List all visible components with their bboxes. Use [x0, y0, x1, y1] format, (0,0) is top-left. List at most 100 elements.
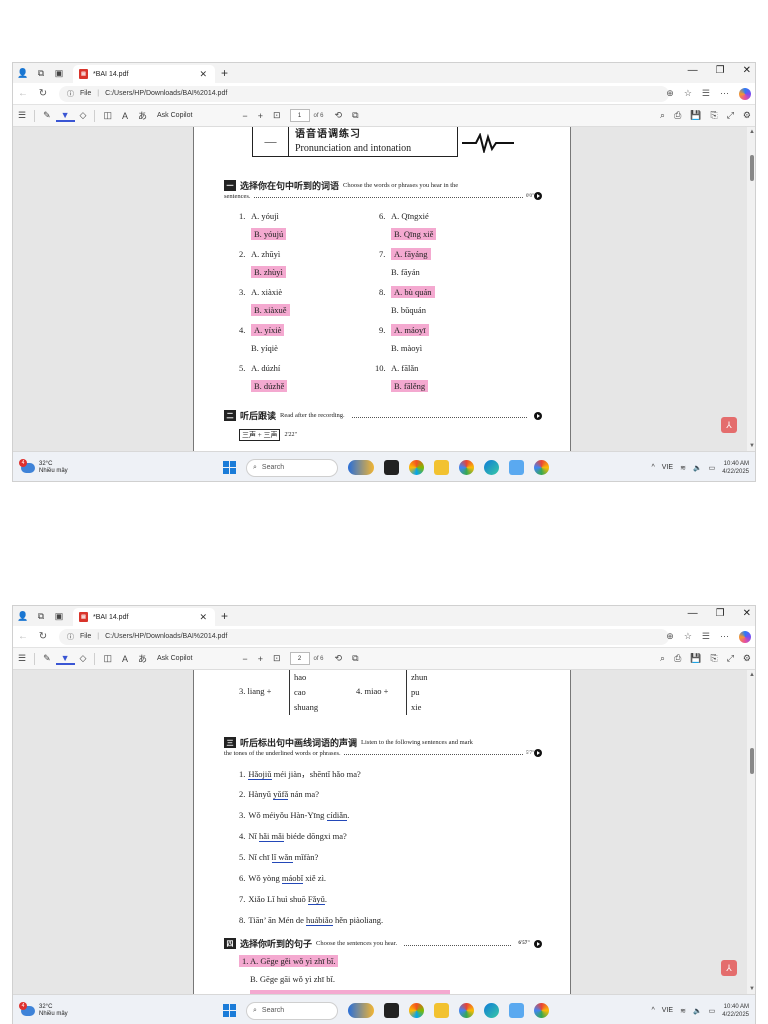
wifi-icon[interactable]: ≋: [680, 1007, 686, 1015]
restore-icon[interactable]: ❐: [716, 608, 725, 619]
save-as-icon[interactable]: ⎘: [711, 110, 718, 121]
edge-icon[interactable]: [484, 460, 499, 475]
copilot-icon[interactable]: [739, 630, 751, 643]
ask-copilot-button[interactable]: Ask Copilot: [152, 655, 197, 662]
wifi-icon[interactable]: ≋: [680, 464, 686, 472]
favorite-icon[interactable]: ☆: [684, 631, 692, 642]
new-tab-icon[interactable]: +: [221, 66, 228, 80]
highlight-icon[interactable]: ▼: [55, 653, 75, 665]
scroll-up-icon[interactable]: ▲: [748, 672, 755, 678]
file-explorer-icon[interactable]: [434, 460, 449, 475]
restore-icon[interactable]: ❐: [716, 65, 725, 76]
read-aloud-icon[interactable]: A: [117, 654, 133, 664]
close-window-icon[interactable]: ✕: [743, 65, 751, 76]
back-icon[interactable]: ←: [13, 88, 33, 99]
tab-pdf[interactable]: ▤ *BAI 14.pdf ✕: [73, 65, 215, 83]
fullscreen-icon[interactable]: ⤢: [727, 110, 734, 121]
clock[interactable]: 10:40 AM 4/22/2025: [722, 460, 749, 476]
task-view-icon[interactable]: [384, 1003, 399, 1018]
ask-copilot-button[interactable]: Ask Copilot: [152, 112, 197, 119]
profile-icon[interactable]: 👤: [15, 65, 31, 81]
back-icon[interactable]: ←: [13, 631, 33, 642]
refresh-icon[interactable]: ↻: [33, 88, 53, 99]
minimize-icon[interactable]: —: [688, 65, 698, 76]
two-page-icon[interactable]: ⧉: [347, 110, 363, 121]
more-icon[interactable]: ⋯: [720, 631, 729, 642]
chrome-profile-icon[interactable]: [534, 1003, 549, 1018]
pdf-viewer[interactable]: 3. liang + hao cao shuang 4. miao + zhun…: [13, 670, 755, 994]
refresh-icon[interactable]: ↻: [33, 631, 53, 642]
favorites-list-icon[interactable]: ☰: [702, 631, 710, 642]
task-view-icon[interactable]: [384, 460, 399, 475]
chrome-icon[interactable]: [459, 1003, 474, 1018]
volume-icon[interactable]: 🔈: [693, 1007, 702, 1015]
zalo-icon[interactable]: [509, 1003, 524, 1018]
new-tab-icon[interactable]: +: [221, 609, 228, 623]
file-explorer-icon[interactable]: [434, 1003, 449, 1018]
scroll-up-icon[interactable]: ▲: [748, 129, 755, 135]
tab-actions-icon[interactable]: ▣: [51, 608, 67, 624]
acrobat-icon[interactable]: ⅄: [721, 417, 737, 433]
scroll-down-icon[interactable]: ▼: [748, 443, 755, 449]
scroll-thumb[interactable]: [750, 748, 754, 774]
translate-icon[interactable]: あ: [133, 652, 152, 665]
url-field[interactable]: ⓘ File | C:/Users/HP/Downloads/BAI%2014.…: [59, 85, 669, 102]
zoom-in-icon[interactable]: +: [253, 111, 268, 121]
close-tab-icon[interactable]: ✕: [199, 69, 207, 80]
close-window-icon[interactable]: ✕: [743, 608, 751, 619]
read-aloud-icon[interactable]: A: [117, 111, 133, 121]
print-icon[interactable]: ⎙: [674, 110, 681, 121]
more-icon[interactable]: ⋯: [720, 88, 729, 99]
copilot-app-icon[interactable]: [409, 1003, 424, 1018]
language-indicator[interactable]: VIE: [662, 464, 673, 471]
copilot-icon[interactable]: [739, 87, 751, 100]
windows-start-icon[interactable]: [223, 461, 236, 474]
url-field[interactable]: ⓘ File | C:/Users/HP/Downloads/BAI%2014.…: [59, 628, 669, 645]
clock[interactable]: 10:40 AM 4/22/2025: [722, 1003, 749, 1019]
print-icon[interactable]: ⎙: [674, 653, 681, 664]
erase-icon[interactable]: ◇: [75, 110, 92, 121]
two-page-icon[interactable]: ⧉: [347, 653, 363, 664]
play-icon[interactable]: [534, 192, 542, 200]
rotate-icon[interactable]: ⟲: [330, 110, 348, 121]
scroll-thumb[interactable]: [750, 155, 754, 181]
search-icon[interactable]: ⌕: [660, 110, 665, 121]
scroll-down-icon[interactable]: ▼: [748, 986, 755, 992]
settings-icon[interactable]: ⚙: [743, 110, 751, 121]
volume-icon[interactable]: 🔈: [693, 464, 702, 472]
windows-start-icon[interactable]: [223, 1004, 236, 1017]
fit-page-icon[interactable]: ⊡: [268, 653, 286, 664]
zoom-icon[interactable]: ⊕: [666, 88, 674, 99]
zoom-out-icon[interactable]: −: [237, 111, 252, 121]
chrome-profile-icon[interactable]: [534, 460, 549, 475]
save-icon[interactable]: 💾: [690, 653, 701, 664]
page-number-input[interactable]: 1: [289, 109, 310, 122]
translate-icon[interactable]: あ: [133, 109, 152, 122]
page-view-icon[interactable]: ◫: [98, 653, 117, 664]
weather-widget[interactable]: 4 32°C Nhiều mây: [19, 1001, 68, 1018]
pdf-viewer[interactable]: — 语音语调练习 Pronunciation and intonation 一 …: [13, 127, 755, 451]
settings-icon[interactable]: ⚙: [743, 653, 751, 664]
page-number-input[interactable]: 2: [289, 652, 310, 665]
workspaces-icon[interactable]: ⧉: [33, 608, 49, 624]
save-as-icon[interactable]: ⎘: [711, 653, 718, 664]
favorites-list-icon[interactable]: ☰: [702, 88, 710, 99]
zoom-in-icon[interactable]: +: [253, 654, 268, 664]
edge-icon[interactable]: [484, 1003, 499, 1018]
copilot-app-icon[interactable]: [409, 460, 424, 475]
play-icon[interactable]: [534, 411, 542, 420]
scrollbar[interactable]: ▲ ▼: [747, 670, 755, 994]
chevron-up-icon[interactable]: ^: [651, 464, 654, 471]
contents-icon[interactable]: ☰: [13, 653, 31, 664]
search-icon[interactable]: ⌕: [660, 653, 665, 664]
workspaces-icon[interactable]: ⧉: [33, 65, 49, 81]
acrobat-icon[interactable]: ⅄: [721, 960, 737, 976]
zalo-icon[interactable]: [509, 460, 524, 475]
play-icon[interactable]: [534, 939, 542, 948]
rotate-icon[interactable]: ⟲: [330, 653, 348, 664]
draw-icon[interactable]: ✎: [38, 110, 56, 121]
minimize-icon[interactable]: —: [688, 608, 698, 619]
favorite-icon[interactable]: ☆: [684, 88, 692, 99]
zoom-out-icon[interactable]: −: [237, 654, 252, 664]
tab-pdf[interactable]: ▤ *BAI 14.pdf ✕: [73, 608, 215, 626]
